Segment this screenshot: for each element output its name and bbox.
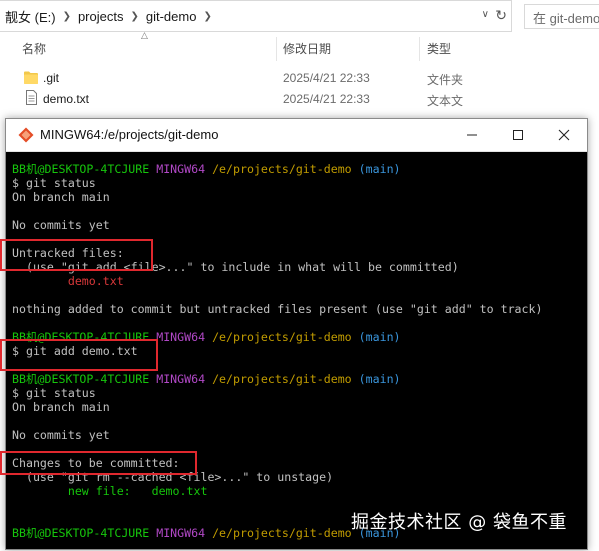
file-name: .git bbox=[43, 71, 60, 85]
chevron-right-icon: ❯ bbox=[62, 10, 71, 22]
terminal-text: /e/projects/git-demo bbox=[212, 330, 352, 344]
search-input[interactable]: 在 git-demo bbox=[524, 4, 599, 29]
file-row[interactable]: .git 2025/4/21 22:33 文件夹 bbox=[0, 68, 599, 90]
chevron-right-icon: ❯ bbox=[130, 10, 139, 22]
terminal-window[interactable]: MINGW64:/e/projects/git-demo BB机@DESKTOP… bbox=[5, 118, 588, 550]
file-date: 2025/4/21 22:33 bbox=[283, 92, 370, 106]
terminal-line: demo.txt bbox=[12, 274, 582, 288]
terminal-line: On branch main bbox=[12, 190, 582, 204]
file-row[interactable]: demo.txt 2025/4/21 22:33 文本文 bbox=[0, 89, 599, 111]
terminal-line: On branch main bbox=[12, 400, 582, 414]
terminal-text: MINGW64 bbox=[149, 526, 213, 540]
terminal-text: BB机@DESKTOP-4TCJURE bbox=[12, 372, 150, 386]
terminal-text: /e/projects/git-demo bbox=[212, 162, 352, 176]
column-header-name[interactable]: 名称 bbox=[22, 40, 46, 58]
file-name: demo.txt bbox=[43, 92, 90, 106]
text-file-icon bbox=[26, 90, 37, 105]
chevron-down-icon[interactable]: ∨ bbox=[482, 9, 489, 20]
highlight-box-untracked bbox=[0, 239, 153, 271]
terminal-text: On branch main bbox=[12, 400, 110, 414]
terminal-text: (main) bbox=[351, 372, 401, 386]
column-divider[interactable] bbox=[276, 37, 277, 61]
maximize-icon bbox=[513, 130, 523, 140]
terminal-text: nothing added to commit but untracked fi… bbox=[12, 302, 543, 316]
terminal-text: On branch main bbox=[12, 190, 110, 204]
terminal-text: $ git status bbox=[12, 386, 96, 400]
terminal-line: nothing added to commit but untracked fi… bbox=[12, 302, 582, 316]
terminal-line: $ git status bbox=[12, 386, 582, 400]
column-divider[interactable] bbox=[419, 37, 420, 61]
terminal-text: demo.txt bbox=[12, 274, 124, 288]
terminal-text: $ git status bbox=[12, 176, 96, 190]
terminal-text: new file: demo.txt bbox=[12, 484, 208, 498]
terminal-text: No commits yet bbox=[12, 218, 110, 232]
breadcrumb-drive[interactable]: 靓女 (E:) bbox=[0, 7, 61, 26]
terminal-text: BB机@DESKTOP-4TCJURE bbox=[12, 526, 150, 540]
breadcrumb-git-demo[interactable]: git-demo bbox=[141, 9, 202, 24]
mingw-app-icon bbox=[18, 127, 34, 143]
terminal-line: No commits yet bbox=[12, 218, 582, 232]
terminal-line: $ git status bbox=[12, 176, 582, 190]
minimize-icon bbox=[467, 134, 477, 136]
terminal-text: /e/projects/git-demo bbox=[212, 372, 352, 386]
sort-ascending-icon: △ bbox=[141, 30, 148, 40]
highlight-box-git-add bbox=[0, 339, 158, 371]
terminal-line: BB机@DESKTOP-4TCJURE MINGW64 /e/projects/… bbox=[12, 372, 582, 386]
address-bar[interactable]: 靓女 (E:) ❯ projects ❯ git-demo ❯ ∨ ↻ bbox=[0, 0, 512, 32]
refresh-icon[interactable]: ↻ bbox=[495, 7, 507, 24]
terminal-line: new file: demo.txt bbox=[12, 484, 582, 498]
column-header-type[interactable]: 类型 bbox=[427, 40, 451, 58]
terminal-text: MINGW64 bbox=[149, 330, 213, 344]
column-header-date[interactable]: 修改日期 bbox=[283, 40, 331, 58]
close-icon bbox=[558, 129, 570, 141]
file-type: 文本文 bbox=[427, 94, 464, 108]
terminal-titlebar[interactable]: MINGW64:/e/projects/git-demo bbox=[6, 119, 587, 152]
folder-icon bbox=[24, 71, 38, 84]
terminal-text: (main) bbox=[351, 330, 401, 344]
terminal-text: MINGW64 bbox=[149, 162, 213, 176]
breadcrumb-projects[interactable]: projects bbox=[73, 9, 129, 24]
file-type: 文件夹 bbox=[427, 73, 464, 87]
close-button[interactable] bbox=[541, 119, 587, 151]
chevron-right-icon: ❯ bbox=[203, 10, 212, 22]
highlight-box-changes bbox=[0, 451, 197, 475]
terminal-text: No commits yet bbox=[12, 428, 110, 442]
watermark-text: 掘金技术社区 @ 袋鱼不重 bbox=[351, 512, 567, 533]
minimize-button[interactable] bbox=[449, 119, 495, 151]
terminal-text: MINGW64 bbox=[149, 372, 213, 386]
terminal-line: No commits yet bbox=[12, 428, 582, 442]
terminal-line: BB机@DESKTOP-4TCJURE MINGW64 /e/projects/… bbox=[12, 162, 582, 176]
maximize-button[interactable] bbox=[495, 119, 541, 151]
terminal-text: BB机@DESKTOP-4TCJURE bbox=[12, 162, 150, 176]
terminal-text: (main) bbox=[351, 162, 401, 176]
terminal-text: /e/projects/git-demo bbox=[212, 526, 352, 540]
terminal-title: MINGW64:/e/projects/git-demo bbox=[40, 127, 219, 142]
file-date: 2025/4/21 22:33 bbox=[283, 71, 370, 85]
